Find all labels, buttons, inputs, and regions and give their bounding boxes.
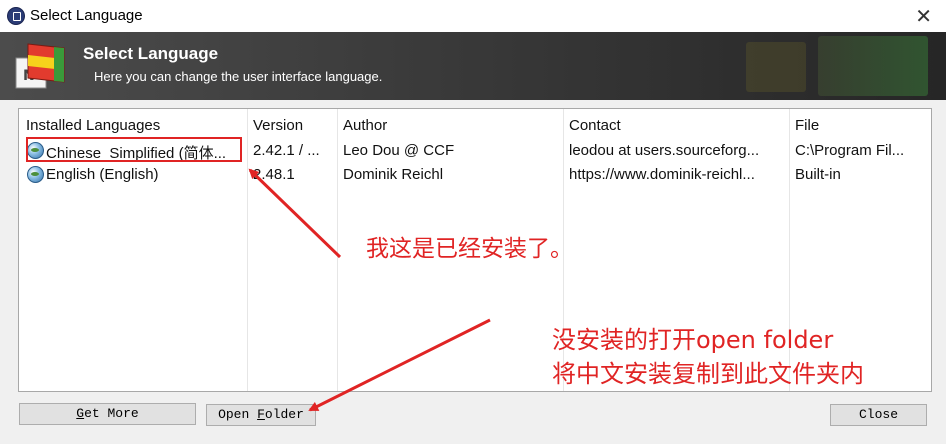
banner-subheading: Here you can change the user interface l… xyxy=(94,69,383,84)
column-header-version[interactable]: Version xyxy=(253,117,303,134)
language-flag-icon: N xyxy=(15,43,65,89)
row-author: Dominik Reichl xyxy=(343,166,444,183)
row-file: C:\Program Fil... xyxy=(795,142,905,159)
row-file: Built-in xyxy=(795,166,841,183)
banner-decoration xyxy=(746,42,806,92)
annotation-note-line1: 没安装的打开open folder xyxy=(552,326,834,354)
globe-icon xyxy=(27,166,44,183)
banner-decoration xyxy=(818,36,928,96)
row-version: 2.42.1 / ... xyxy=(253,142,320,159)
annotation-highlight-box xyxy=(26,137,242,162)
column-header-contact[interactable]: Contact xyxy=(569,117,621,134)
column-separator xyxy=(337,109,338,391)
row-language: English (English) xyxy=(46,166,159,183)
window-title: Select Language xyxy=(30,7,143,24)
annotation-note-line2: 将中文安装复制到此文件夹内 xyxy=(552,360,864,388)
annotation-note-installed: 我这是已经安装了。 xyxy=(366,236,573,262)
column-separator xyxy=(247,109,248,391)
row-contact: leodou at users.sourceforg... xyxy=(569,142,760,159)
keepass-lock-icon xyxy=(7,7,25,25)
open-folder-button[interactable]: Open Folder xyxy=(206,404,316,426)
row-author: Leo Dou @ CCF xyxy=(343,142,455,159)
close-button[interactable]: Close xyxy=(830,404,927,426)
column-header-file[interactable]: File xyxy=(795,117,819,134)
column-header-installed-languages[interactable]: Installed Languages xyxy=(26,117,160,134)
row-version: 2.48.1 xyxy=(253,166,295,183)
header-banner: N Select Language Here you can change th… xyxy=(0,32,946,100)
get-more-button[interactable]: Get More xyxy=(19,403,196,425)
row-contact: https://www.dominik-reichl... xyxy=(569,166,755,183)
banner-heading: Select Language xyxy=(83,44,219,63)
title-bar: Select Language ✕ xyxy=(0,0,946,33)
window-close-button[interactable]: ✕ xyxy=(915,4,932,28)
column-header-author[interactable]: Author xyxy=(343,117,387,134)
